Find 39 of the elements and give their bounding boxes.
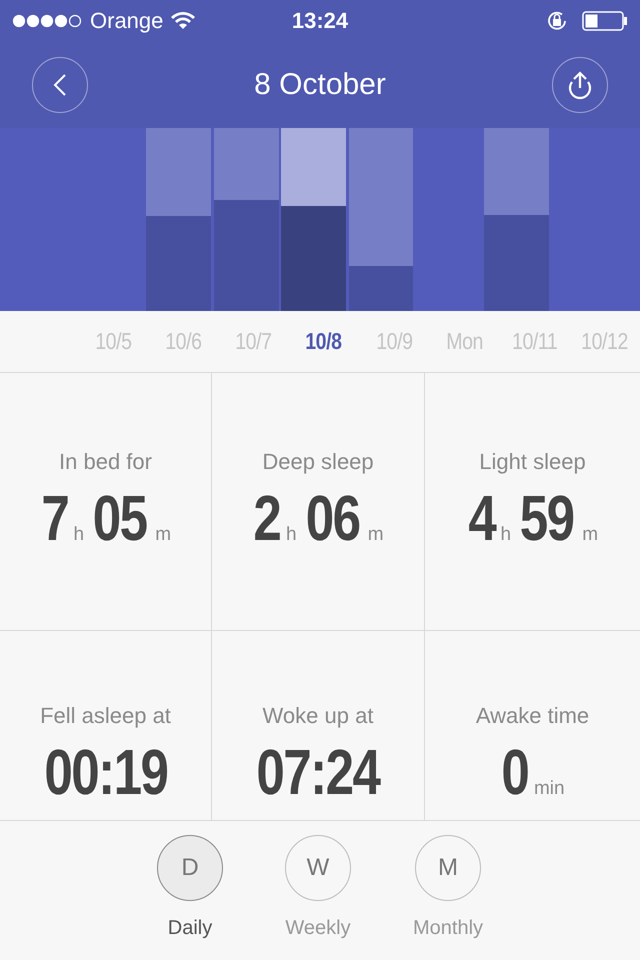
- stat-value: 7: [41, 480, 68, 554]
- stat-unit: min: [534, 778, 565, 800]
- stat-value: 05: [92, 480, 147, 554]
- stat-value: 0: [502, 735, 529, 809]
- stat-label: Woke up at: [262, 703, 374, 729]
- stat-unit: m: [582, 524, 598, 546]
- stat-value: 00:19: [44, 735, 167, 809]
- stat-unit: h: [74, 524, 84, 546]
- stat-value: 07:24: [256, 735, 380, 809]
- stat-value: 59: [520, 480, 574, 554]
- stat-label: In bed for: [59, 448, 152, 474]
- signal-icon: [12, 14, 82, 28]
- period-button[interactable]: W: [284, 835, 351, 901]
- stat-value: 4: [468, 480, 496, 554]
- period-button[interactable]: M: [415, 835, 481, 901]
- stat-value: 2: [254, 480, 281, 554]
- wifi-icon: [171, 12, 196, 30]
- rotation-lock-icon: [546, 10, 568, 32]
- share-button[interactable]: [552, 57, 608, 113]
- back-button[interactable]: [32, 57, 88, 113]
- period-label: Weekly: [285, 917, 351, 940]
- period-label: Daily: [168, 917, 212, 940]
- carrier-name: Orange: [90, 8, 164, 34]
- chevron-left-icon: [53, 73, 67, 97]
- stat-unit: m: [368, 524, 384, 546]
- stat-unit: h: [286, 524, 297, 546]
- period-button[interactable]: D: [156, 835, 223, 901]
- stat-value: 06: [305, 480, 360, 554]
- stat-label: Fell asleep at: [40, 703, 171, 729]
- battery-icon: [582, 11, 628, 31]
- clock-time: 13:24: [292, 8, 348, 34]
- day-label[interactable]: 10/8: [306, 328, 342, 355]
- stat-label: Deep sleep: [262, 448, 374, 474]
- stat-label: Light sleep: [479, 448, 586, 474]
- period-label: Monthly: [412, 917, 484, 940]
- stat-unit: h: [500, 524, 512, 546]
- page-title: 8 October: [254, 68, 386, 102]
- stat-label: Awake time: [476, 703, 590, 729]
- stat-unit: m: [155, 524, 172, 546]
